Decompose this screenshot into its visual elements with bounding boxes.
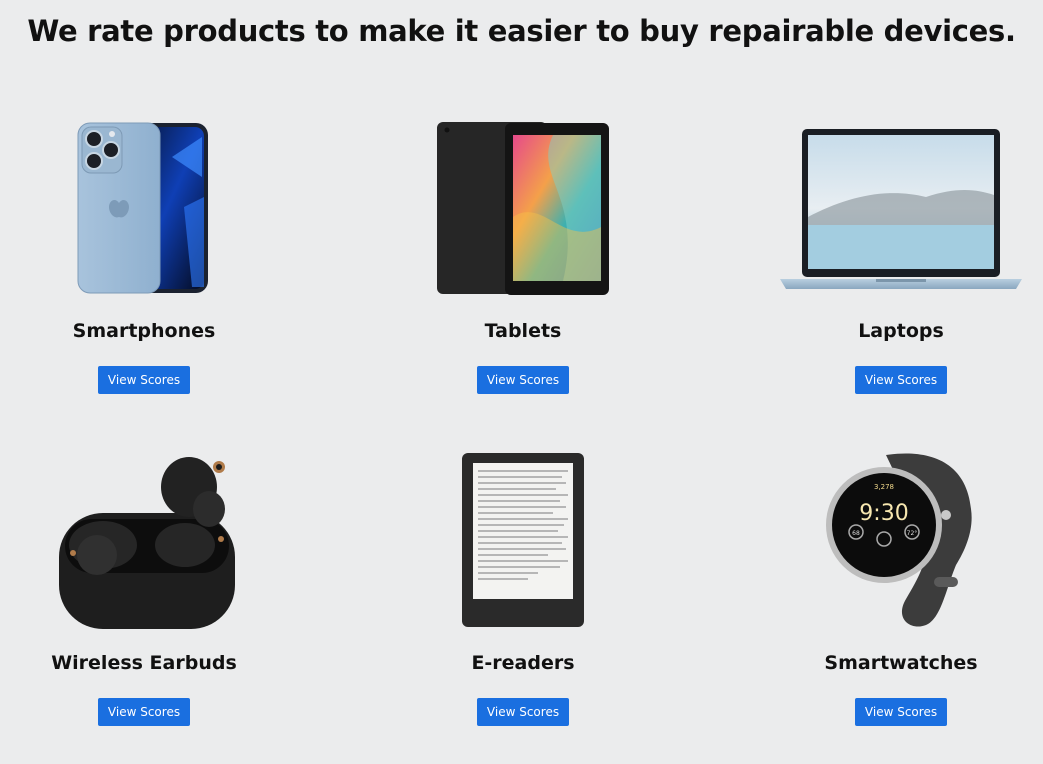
category-name: Smartwatches <box>824 652 978 674</box>
category-card-smartwatches: 3,278 9:30 68 72° Smartwatches View Scor… <box>751 439 1043 726</box>
category-name: Wireless Earbuds <box>51 652 237 674</box>
tablet-image[interactable] <box>373 107 673 297</box>
category-name: Laptops <box>858 320 944 342</box>
view-scores-button[interactable]: View Scores <box>854 698 948 726</box>
page-headline: We rate products to make it easier to bu… <box>27 14 1016 48</box>
category-name: Smartphones <box>72 320 216 342</box>
ereader-image[interactable] <box>373 439 673 629</box>
category-card-smartphones: Smartphones View Scores <box>0 107 294 394</box>
category-card-laptops: Laptops View Scores <box>751 107 1043 394</box>
view-scores-button[interactable]: View Scores <box>854 366 948 394</box>
view-scores-button[interactable]: View Scores <box>97 366 191 394</box>
earbuds-image[interactable] <box>0 439 294 629</box>
category-name: E-readers <box>471 652 575 674</box>
category-card-tablets: Tablets View Scores <box>373 107 673 394</box>
watch-time: 9:30 <box>859 501 908 526</box>
laptop-image[interactable] <box>751 107 1043 297</box>
smartwatch-image[interactable]: 3,278 9:30 68 72° <box>751 439 1043 629</box>
category-card-wireless-earbuds: Wireless Earbuds View Scores <box>0 439 294 726</box>
watch-temperature: 72° <box>907 530 918 537</box>
view-scores-button[interactable]: View Scores <box>476 698 570 726</box>
view-scores-button[interactable]: View Scores <box>97 698 191 726</box>
watch-heart-rate: 68 <box>852 530 860 537</box>
category-name: Tablets <box>484 320 562 342</box>
smartphone-image[interactable] <box>0 107 294 297</box>
view-scores-button[interactable]: View Scores <box>476 366 570 394</box>
watch-steps: 3,278 <box>874 483 894 491</box>
category-card-e-readers: E-readers View Scores <box>373 439 673 726</box>
